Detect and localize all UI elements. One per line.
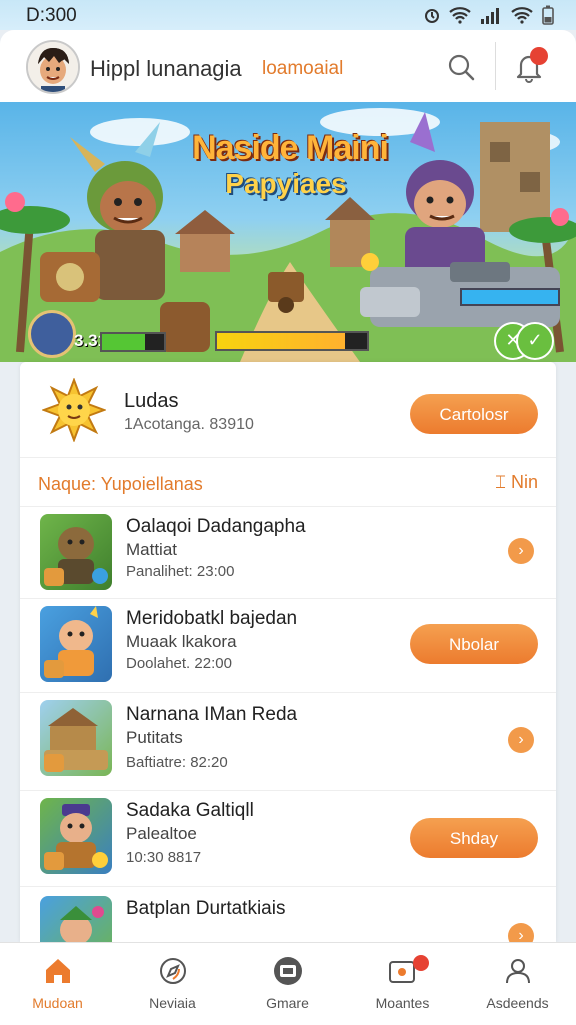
nav-label: Neviaia [149,995,196,1011]
promo-meta: 1Acotanga. 83910 [124,416,254,433]
section-header: Naque: Yupoiellanas ⌶ Nin [20,458,556,507]
health-bar-fill [102,334,146,350]
status-icons [424,4,554,26]
item-title: Sadaka Galtiqll [126,800,254,821]
nav-label: Gmare [266,995,309,1011]
banner-title: Naside Maini [192,129,389,167]
nav-label: Moantes [375,995,430,1011]
shield-icon[interactable]: ✓ [516,322,554,360]
messages-badge [413,955,429,971]
item-meta: 10:30 8817 [126,849,202,866]
enemy-energy-bar [460,288,560,306]
list-item[interactable]: Sadaka Galtiqll Palealtoe 10:30 8817 Shd… [20,790,556,887]
banner-subtitle: Papyiaes [225,168,347,199]
status-time: D:300 [26,5,77,26]
promo-action-button[interactable]: Cartolosr [410,394,538,434]
wifi-icon-2 [511,7,533,24]
item-meta: Panalihet: 23:00 [126,563,235,580]
spiky-sun-icon [42,378,106,442]
list-item[interactable]: Meridobatkl bajedan Muaak lkakora Doolah… [20,598,556,693]
item-action-button[interactable]: Shday [410,818,538,858]
signal-icon [481,8,499,24]
game-thumbnail [40,798,112,874]
compass-icon [160,958,186,984]
item-title: Batplan Durtatkiais [126,898,286,919]
header-subtitle: loamoaial [262,58,344,79]
item-meta: Baftiatre: 82:20 [126,754,228,771]
user-avatar[interactable] [26,40,80,94]
chevron-right-icon[interactable]: › [508,538,534,564]
alarm-icon [425,9,439,23]
item-subtitle: Putitats [126,728,183,747]
list-item[interactable]: Batplan Durtatkiais › [20,886,556,942]
game-thumbnail [40,896,112,942]
nav-item-profile[interactable]: Asdeends [460,943,576,1025]
bottom-navigation: Mudoan Neviaia Gmare Moantes Asdeends [0,942,576,1025]
bookmark-icon: ⌶ [495,472,511,492]
item-title: Narnana IMan Reda [126,704,298,725]
header-title: Hippl lunanagia [90,56,242,81]
status-bar: D:300 [0,0,576,30]
experience-bar-fill [217,333,345,349]
header-divider [495,42,496,90]
nav-item-home[interactable]: Mudoan [0,943,115,1025]
app-header: Hippl lunanagia loamoaial [0,30,576,102]
nav-label: Asdeends [486,995,549,1011]
nav-item-navigation[interactable]: Neviaia [115,943,230,1025]
user-avatar-icon [28,42,78,92]
item-title: Meridobatkl bajedan [126,608,298,629]
section-more-label: Nin [510,472,538,492]
item-title: Oalaqoi Dadangapha [126,516,306,537]
section-title: Naque: Yupoiellanas [38,474,203,494]
chevron-right-icon[interactable]: › [508,727,534,753]
item-subtitle: Muaak lkakora [126,632,237,651]
experience-bar [215,331,369,351]
home-icon [46,959,70,983]
chevron-right-icon[interactable]: › [508,923,534,942]
player-avatar [28,310,76,358]
section-more-link[interactable]: ⌶ Nin [495,472,538,493]
list-item[interactable]: Oalaqoi Dadangapha Mattiat Panalihet: 23… [20,506,556,599]
game-icon [274,957,302,985]
nav-label: Mudoan [32,995,83,1011]
promo-title: Ludas [124,390,179,412]
list-item[interactable]: Narnana IMan Reda Putitats Baftiatre: 82… [20,692,556,791]
nav-item-game[interactable]: Gmare [230,943,345,1025]
item-action-button[interactable]: Nbolar [410,624,538,664]
item-subtitle: Palealtoe [126,824,197,843]
nav-item-messages[interactable]: Moantes [345,943,460,1025]
promo-card[interactable]: Ludas 1Acotanga. 83910 Cartolosr [20,362,556,458]
featured-game-banner[interactable]: Naside Maini Papyiaes 3.315 ✕ ✓ [0,102,576,362]
item-subtitle: Mattiat [126,540,178,559]
search-icon[interactable] [446,52,476,82]
enemy-energy-fill [462,290,558,304]
wifi-icon [449,7,471,24]
game-thumbnail [40,514,112,590]
profile-icon [506,959,530,984]
game-thumbnail [40,606,112,682]
notification-badge [530,47,548,65]
battery-icon [542,5,554,25]
health-bar [100,332,166,352]
item-meta: Doolahet. 22:00 [126,655,232,672]
game-thumbnail [40,700,112,776]
content-panel: Ludas 1Acotanga. 83910 Cartolosr Naque: … [20,362,556,942]
